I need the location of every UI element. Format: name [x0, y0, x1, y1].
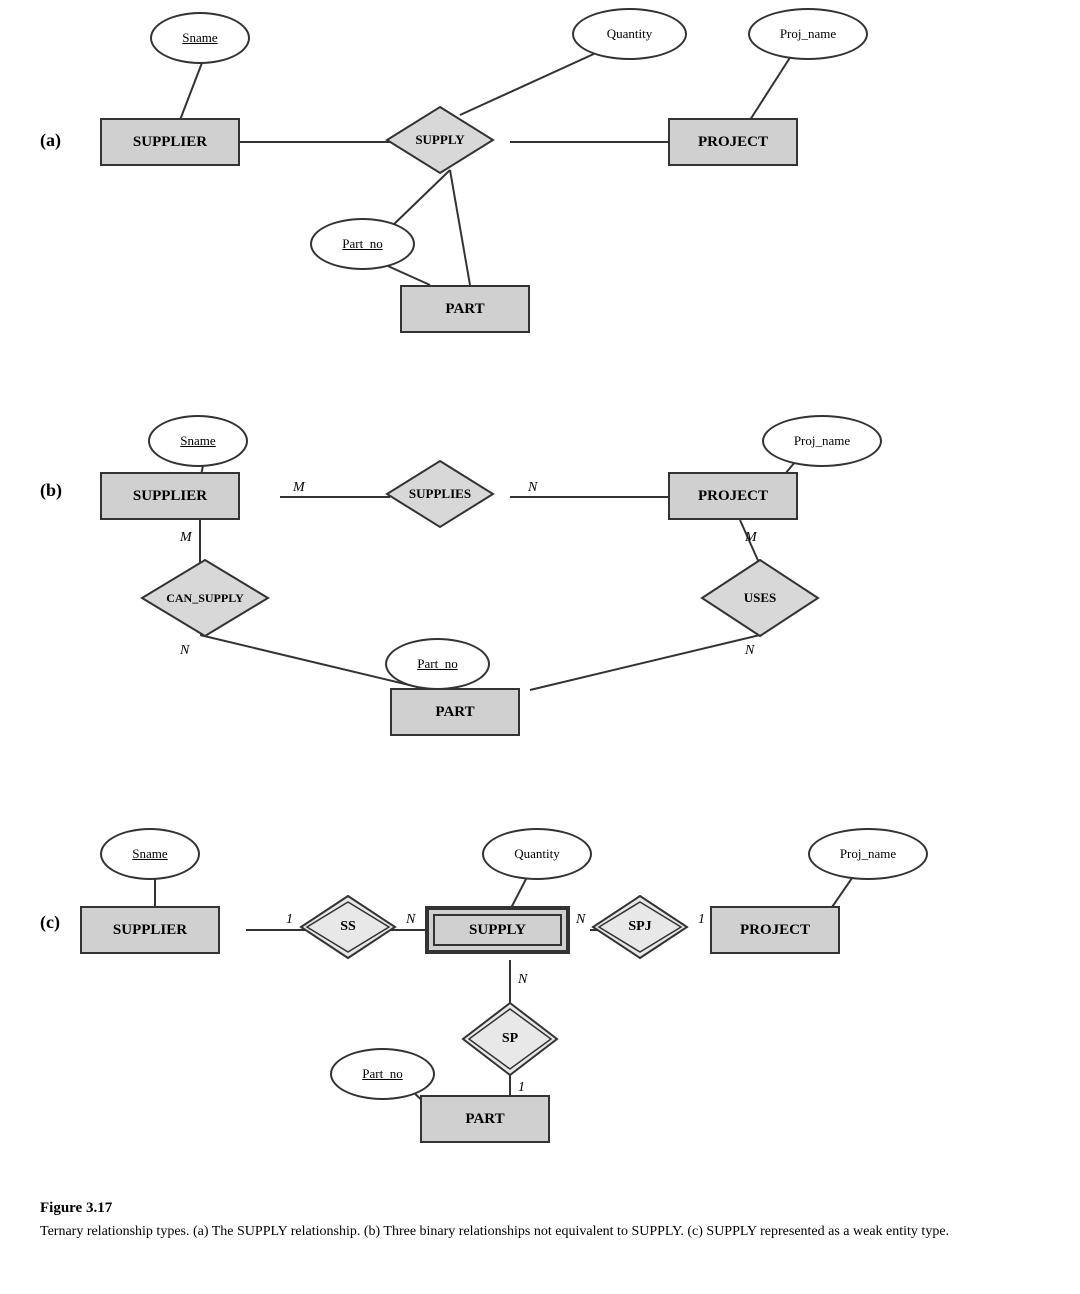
attr-partno-b: Part_no: [385, 638, 490, 690]
attr-projname-b: Proj_name: [762, 415, 882, 467]
entity-supply-c: SUPPLY: [425, 906, 570, 954]
relationship-spj-c: SPJ: [590, 893, 690, 961]
card-n-uses-part: N: [745, 643, 754, 659]
entity-project-b: PROJECT: [668, 472, 798, 520]
card-n-ss-supply: N: [406, 912, 415, 928]
entity-part-b: PART: [390, 688, 520, 736]
attr-partno-a: Part_no: [310, 218, 415, 270]
entity-supplier-a: SUPPLIER: [100, 118, 240, 166]
attr-sname-c: Sname: [100, 828, 200, 880]
caption-title: Figure 3.17: [40, 1200, 1040, 1217]
entity-part-a: PART: [400, 285, 530, 333]
card-1-sp-part: 1: [518, 1080, 525, 1096]
relationship-ss-c: SS: [298, 893, 398, 961]
entity-supplier-b: SUPPLIER: [100, 472, 240, 520]
card-n-cansupply-part: N: [180, 643, 189, 659]
entity-supplier-c: SUPPLIER: [80, 906, 220, 954]
card-m-supplier-supplies: M: [293, 480, 305, 496]
relationship-supply-a: SUPPLY: [385, 105, 495, 175]
card-1-spj-project: 1: [698, 912, 705, 928]
card-n-supply-sp: N: [518, 972, 527, 988]
attr-partno-c: Part_no: [330, 1048, 435, 1100]
attr-projname-a: Proj_name: [748, 8, 868, 60]
section-label-a: (a): [40, 130, 61, 151]
card-m-project-uses: M: [745, 530, 757, 546]
figure-caption: Figure 3.17 Ternary relationship types. …: [40, 1200, 1040, 1284]
card-1-supplier-ss: 1: [286, 912, 293, 928]
caption-text: Ternary relationship types. (a) The SUPP…: [40, 1221, 1040, 1242]
relationship-cansupply-b: CAN_SUPPLY: [140, 558, 270, 638]
attr-quantity-a: Quantity: [572, 8, 687, 60]
card-n-supply-spj: N: [576, 912, 585, 928]
relationship-sp-c: SP: [460, 1000, 560, 1078]
entity-project-a: PROJECT: [668, 118, 798, 166]
relationship-uses-b: USES: [700, 558, 820, 638]
relationship-supplies-b: SUPPLIES: [385, 459, 495, 529]
section-label-b: (b): [40, 480, 62, 501]
section-label-c: (c): [40, 912, 60, 933]
card-n-supplies-project: N: [528, 480, 537, 496]
entity-project-c: PROJECT: [710, 906, 840, 954]
entity-part-c: PART: [420, 1095, 550, 1143]
attr-quantity-c: Quantity: [482, 828, 592, 880]
card-m-supplier-cansupply: M: [180, 530, 192, 546]
attr-sname-b: Sname: [148, 415, 248, 467]
attr-sname-a: Sname: [150, 12, 250, 64]
attr-projname-c: Proj_name: [808, 828, 928, 880]
